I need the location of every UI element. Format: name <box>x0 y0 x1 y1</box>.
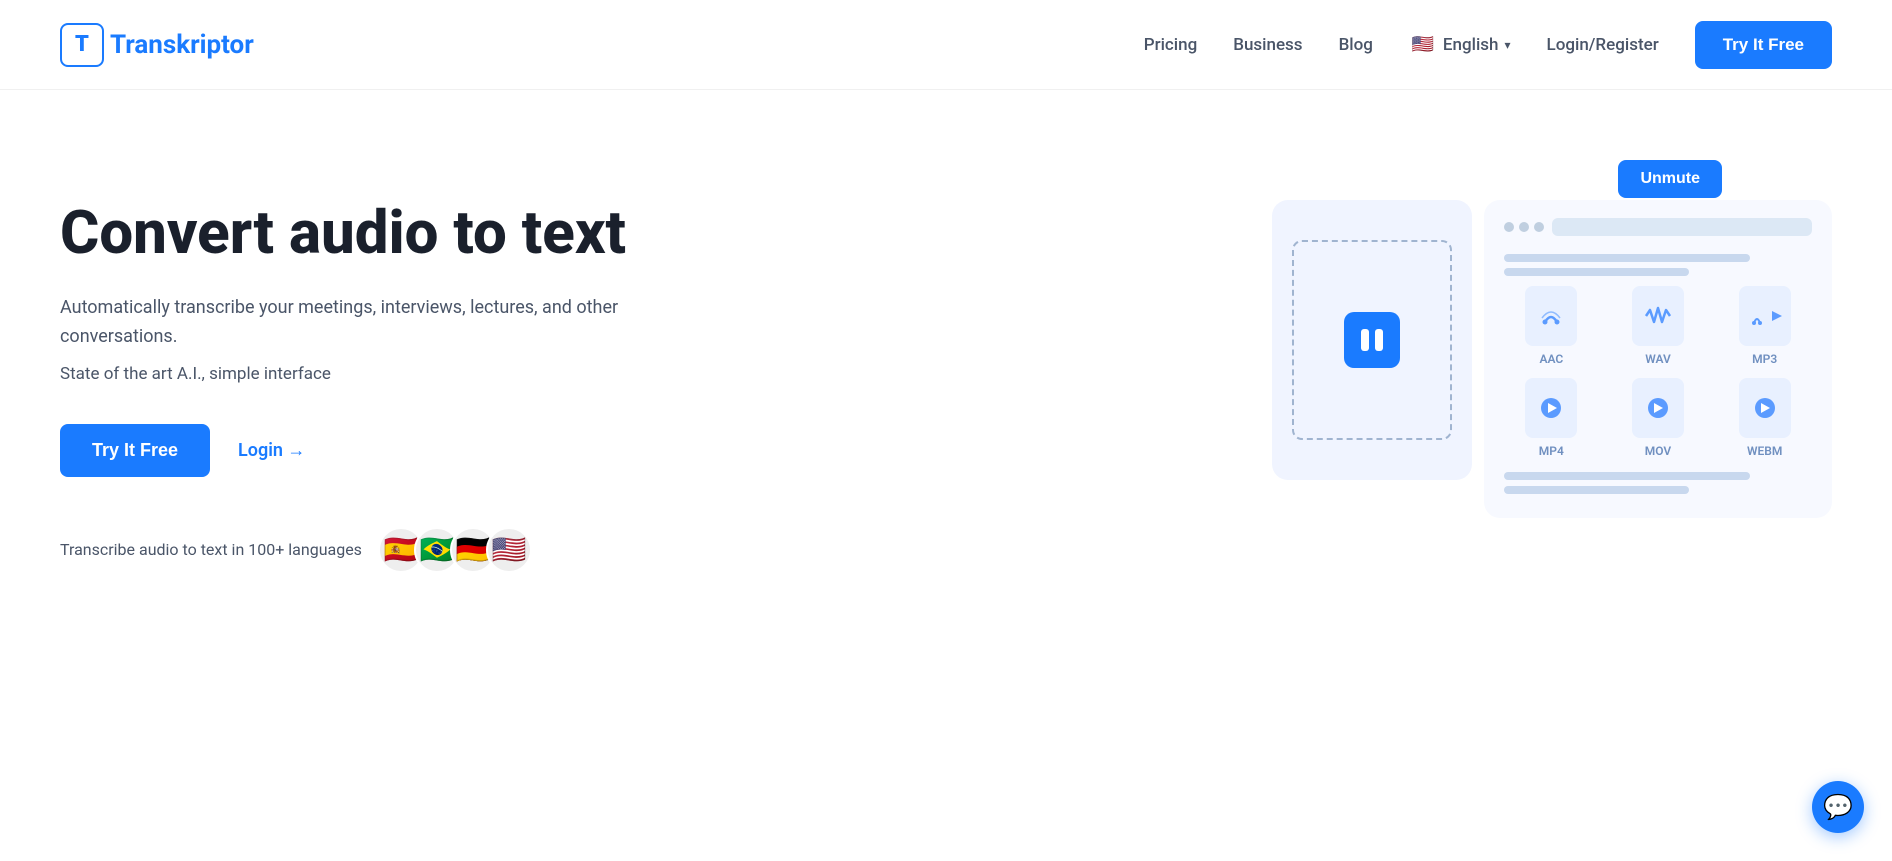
chevron-down-icon: ▾ <box>1505 38 1511 52</box>
browser-dot-2 <box>1519 222 1529 232</box>
flags-stack: 🇪🇸 🇧🇷 🇩🇪 🇺🇸 <box>378 527 532 573</box>
mov-play-icon <box>1648 398 1668 418</box>
file-item-wav: WAV <box>1611 286 1706 366</box>
file-item-aac: AAC <box>1504 286 1599 366</box>
text-line-1 <box>1504 254 1750 262</box>
play-triangle-mov <box>1654 403 1663 413</box>
us-flag: 🇺🇸 <box>1409 31 1437 59</box>
hero-buttons: Try It Free Login → <box>60 424 640 477</box>
unmute-button[interactable]: Unmute <box>1618 160 1722 198</box>
mp4-icon <box>1525 378 1577 438</box>
pause-bar-right <box>1375 329 1383 351</box>
hero-left: Convert audio to text Automatically tran… <box>60 170 640 573</box>
hero-illustration: Unmute <box>1272 170 1832 518</box>
hero-try-it-free-button[interactable]: Try It Free <box>60 424 210 477</box>
mov-icon <box>1632 378 1684 438</box>
file-type-grid: AAC WAV <box>1504 286 1812 458</box>
chat-icon: 💬 <box>1823 793 1853 821</box>
logo-icon: T <box>60 23 104 67</box>
play-triangle-mp4 <box>1548 403 1557 413</box>
nav-try-it-free-button[interactable]: Try It Free <box>1695 21 1832 69</box>
logo-text: Transkriptor <box>110 30 254 60</box>
webm-label: WEBM <box>1747 444 1782 458</box>
webm-icon <box>1739 378 1791 438</box>
text-line-4 <box>1504 486 1689 494</box>
text-line-3 <box>1504 472 1750 480</box>
nav-business[interactable]: Business <box>1233 35 1302 55</box>
browser-search-bar <box>1552 218 1812 236</box>
bottom-text-lines <box>1504 472 1812 494</box>
browser-dot-3 <box>1534 222 1544 232</box>
browser-bar <box>1504 218 1812 236</box>
login-register-link[interactable]: Login/Register <box>1547 35 1659 55</box>
text-lines <box>1504 254 1812 276</box>
pause-bar-left <box>1361 329 1369 351</box>
file-item-webm: WEBM <box>1717 378 1812 458</box>
file-item-mp4: MP4 <box>1504 378 1599 458</box>
mp3-label: MP3 <box>1752 352 1777 366</box>
language-label: English <box>1443 35 1499 55</box>
text-line-2 <box>1504 268 1689 276</box>
hero-section: Convert audio to text Automatically tran… <box>0 90 1892 633</box>
nav-pricing[interactable]: Pricing <box>1144 35 1198 55</box>
hero-login-link[interactable]: Login → <box>238 440 305 461</box>
hero-subtext: State of the art A.I., simple interface <box>60 364 640 384</box>
play-triangle-webm <box>1761 403 1770 413</box>
audio-panel <box>1272 200 1472 480</box>
mp4-label: MP4 <box>1539 444 1564 458</box>
wav-label: WAV <box>1645 352 1671 366</box>
languages-row: Transcribe audio to text in 100+ languag… <box>60 527 640 573</box>
browser-dots <box>1504 222 1544 232</box>
files-panel: AAC WAV <box>1484 200 1832 518</box>
nav-links: Pricing Business Blog 🇺🇸 English ▾ Login… <box>1144 21 1832 69</box>
nav-blog[interactable]: Blog <box>1339 35 1373 55</box>
browser-dot-1 <box>1504 222 1514 232</box>
mp4-play-icon <box>1541 398 1561 418</box>
hero-description: Automatically transcribe your meetings, … <box>60 294 640 352</box>
logo-link[interactable]: T Transkriptor <box>60 23 254 67</box>
mp3-icon <box>1739 286 1791 346</box>
mov-label: MOV <box>1645 444 1671 458</box>
flag-american: 🇺🇸 <box>486 527 532 573</box>
language-selector[interactable]: 🇺🇸 English ▾ <box>1409 31 1511 59</box>
illustration-wrap: AAC WAV <box>1272 200 1832 518</box>
chat-bubble-button[interactable]: 💬 <box>1812 781 1864 833</box>
hero-title: Convert audio to text <box>60 200 640 266</box>
file-item-mov: MOV <box>1611 378 1706 458</box>
webm-play-icon <box>1755 398 1775 418</box>
navbar: T Transkriptor Pricing Business Blog 🇺🇸 … <box>0 0 1892 90</box>
file-item-mp3: MP3 <box>1717 286 1812 366</box>
aac-label: AAC <box>1539 352 1563 366</box>
pause-button[interactable] <box>1344 312 1400 368</box>
languages-text: Transcribe audio to text in 100+ languag… <box>60 540 362 559</box>
wav-icon <box>1632 286 1684 346</box>
dashed-upload-box <box>1292 240 1452 440</box>
aac-icon <box>1525 286 1577 346</box>
